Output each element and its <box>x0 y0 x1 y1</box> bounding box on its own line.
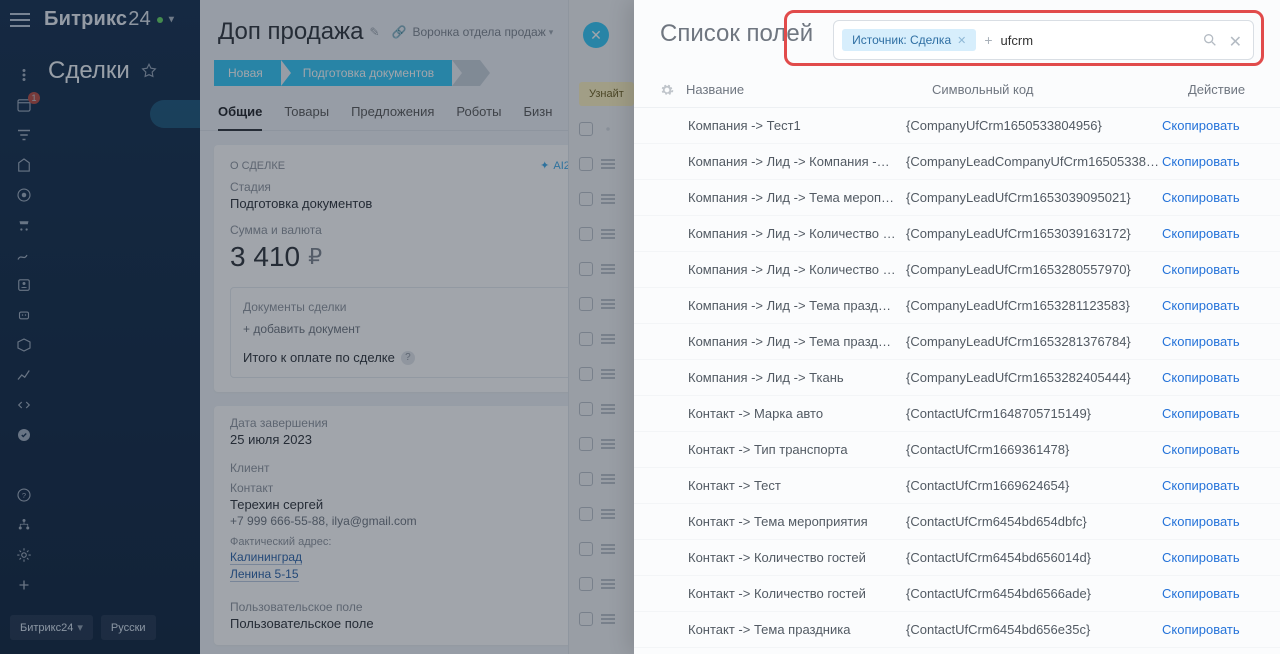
table-row: Контакт -> Тема праздника{ContactUfCrm64… <box>634 648 1280 654</box>
copy-link[interactable]: Скопировать <box>1162 586 1254 601</box>
header-code[interactable]: Символьный код <box>932 82 1188 97</box>
row-code: {CompanyLeadCompanyUfCrm1650533804956} <box>906 154 1162 169</box>
row-code: {CompanyLeadUfCrm1653039163172} <box>906 226 1162 241</box>
chip-remove-icon[interactable]: ✕ <box>957 34 966 47</box>
row-name: Контакт -> Количество гостей <box>660 550 906 565</box>
row-code: {ContactUfCrm1669624654} <box>906 478 1162 493</box>
row-name: Компания -> Лид -> Количество гостей <box>660 262 906 277</box>
copy-link[interactable]: Скопировать <box>1162 442 1254 457</box>
row-code: {ContactUfCrm6454bd656014d} <box>906 550 1162 565</box>
copy-link[interactable]: Скопировать <box>1162 226 1254 241</box>
row-name: Контакт -> Тема праздника <box>660 622 906 637</box>
row-name: Компания -> Лид -> Тема мероприятия <box>660 190 906 205</box>
table-body: Компания -> Тест1{CompanyUfCrm1650533804… <box>634 108 1280 654</box>
row-code: {CompanyLeadUfCrm1653281123583} <box>906 298 1162 313</box>
row-code: {CompanyLeadUfCrm1653280557970} <box>906 262 1162 277</box>
row-code: {CompanyUfCrm1650533804956} <box>906 118 1162 133</box>
copy-link[interactable]: Скопировать <box>1162 118 1254 133</box>
row-code: {ContactUfCrm6454bd654dbfc} <box>906 514 1162 529</box>
copy-link[interactable]: Скопировать <box>1162 514 1254 529</box>
table-row: Контакт -> Марка авто{ContactUfCrm164870… <box>634 396 1280 432</box>
row-code: {CompanyLeadUfCrm1653039095021} <box>906 190 1162 205</box>
table-row: Компания -> Лид -> Ткань{CompanyLeadUfCr… <box>634 360 1280 396</box>
copy-link[interactable]: Скопировать <box>1162 478 1254 493</box>
table-row: Компания -> Тест1{CompanyUfCrm1650533804… <box>634 108 1280 144</box>
row-name: Компания -> Лид -> Компания -> Тест1 <box>660 154 906 169</box>
row-name: Компания -> Тест1 <box>660 118 906 133</box>
search-input[interactable] <box>1001 33 1193 48</box>
row-name: Контакт -> Количество гостей <box>660 586 906 601</box>
clear-icon[interactable]: ✕ <box>1229 32 1242 52</box>
row-name: Контакт -> Марка авто <box>660 406 906 421</box>
copy-link[interactable]: Скопировать <box>1162 298 1254 313</box>
table-row: Компания -> Лид -> Тема праздника{Compan… <box>634 324 1280 360</box>
gear-icon[interactable] <box>660 83 674 97</box>
row-name: Контакт -> Тип транспорта <box>660 442 906 457</box>
fields-panel: Список полей Источник: Сделка ✕ + ✕ Назв… <box>634 0 1280 654</box>
chip-label: Источник: Сделка <box>852 33 951 47</box>
table-row: Контакт -> Количество гостей{ContactUfCr… <box>634 540 1280 576</box>
table-row: Компания -> Лид -> Компания -> Тест1{Com… <box>634 144 1280 180</box>
copy-link[interactable]: Скопировать <box>1162 622 1254 637</box>
row-code: {ContactUfCrm6454bd656e35c} <box>906 622 1162 637</box>
table-row: Контакт -> Тип транспорта{ContactUfCrm16… <box>634 432 1280 468</box>
copy-link[interactable]: Скопировать <box>1162 370 1254 385</box>
copy-link[interactable]: Скопировать <box>1162 262 1254 277</box>
row-code: {ContactUfCrm1669361478} <box>906 442 1162 457</box>
copy-link[interactable]: Скопировать <box>1162 154 1254 169</box>
row-name: Контакт -> Тема мероприятия <box>660 514 906 529</box>
table-row: Контакт -> Количество гостей{ContactUfCr… <box>634 576 1280 612</box>
row-name: Компания -> Лид -> Количество гостей <box>660 226 906 241</box>
table-row: Контакт -> Тема мероприятия{ContactUfCrm… <box>634 504 1280 540</box>
table-row: Компания -> Лид -> Тема праздника{Compan… <box>634 288 1280 324</box>
row-name: Контакт -> Тест <box>660 478 906 493</box>
table-row: Компания -> Лид -> Тема мероприятия{Comp… <box>634 180 1280 216</box>
row-name: Компания -> Лид -> Ткань <box>660 370 906 385</box>
table-row: Компания -> Лид -> Количество гостей{Com… <box>634 216 1280 252</box>
row-name: Компания -> Лид -> Тема праздника <box>660 298 906 313</box>
table-row: Контакт -> Тема праздника{ContactUfCrm64… <box>634 612 1280 648</box>
row-code: {CompanyLeadUfCrm1653281376784} <box>906 334 1162 349</box>
header-name[interactable]: Название <box>686 82 932 97</box>
table-header: Название Символьный код Действие <box>634 72 1280 108</box>
copy-link[interactable]: Скопировать <box>1162 550 1254 565</box>
header-action[interactable]: Действие <box>1188 82 1254 97</box>
search-box[interactable]: Источник: Сделка ✕ + <box>833 20 1254 60</box>
add-filter-icon[interactable]: + <box>984 32 992 48</box>
panel-title: Список полей <box>660 20 813 48</box>
search-icon[interactable] <box>1202 32 1218 48</box>
row-name: Компания -> Лид -> Тема праздника <box>660 334 906 349</box>
filter-chip[interactable]: Источник: Сделка ✕ <box>842 29 976 51</box>
copy-link[interactable]: Скопировать <box>1162 334 1254 349</box>
copy-link[interactable]: Скопировать <box>1162 406 1254 421</box>
row-code: {ContactUfCrm1648705715149} <box>906 406 1162 421</box>
table-row: Компания -> Лид -> Количество гостей{Com… <box>634 252 1280 288</box>
copy-link[interactable]: Скопировать <box>1162 190 1254 205</box>
table-row: Контакт -> Тест{ContactUfCrm1669624654}С… <box>634 468 1280 504</box>
row-code: {CompanyLeadUfCrm1653282405444} <box>906 370 1162 385</box>
row-code: {ContactUfCrm6454bd6566ade} <box>906 586 1162 601</box>
